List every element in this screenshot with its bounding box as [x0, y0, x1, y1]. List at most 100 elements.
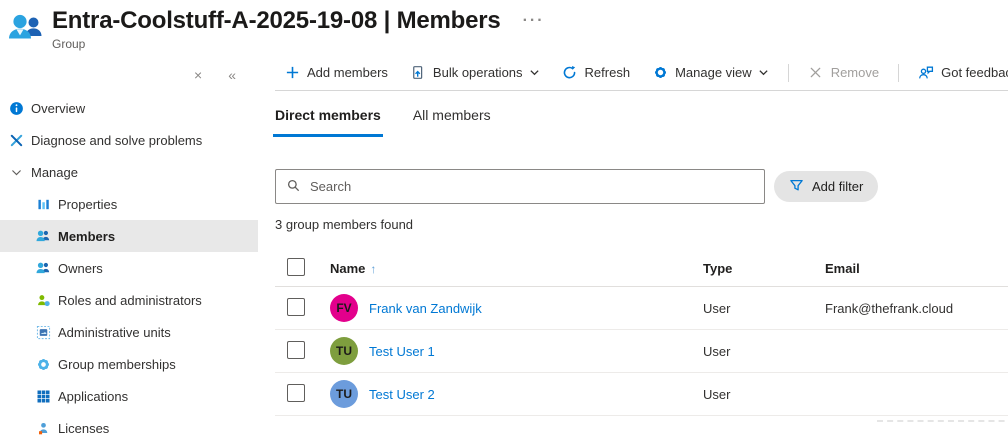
dashed-divider	[877, 420, 1008, 422]
sidebar-item-diagnose-and-solve-problems[interactable]: Diagnose and solve problems	[0, 124, 258, 156]
tab-all-members[interactable]: All members	[413, 107, 491, 137]
toolbar-button-bulk-operations[interactable]: Bulk operations	[401, 61, 549, 85]
members-icon	[35, 228, 51, 244]
sidebar-item-label: Manage	[31, 165, 78, 180]
select-all-checkbox[interactable]	[287, 258, 305, 276]
results-count: 3 group members found	[275, 217, 1008, 232]
toolbar-button-got-feedback[interactable]: Got feedback?	[909, 61, 1008, 85]
member-email: Frank@thefrank.cloud	[825, 301, 1008, 316]
column-header-type[interactable]: Type	[703, 261, 825, 276]
sidebar-item-administrative-units[interactable]: Administrative units	[0, 316, 258, 348]
toolbar-button-remove[interactable]: Remove	[799, 61, 888, 85]
search-input[interactable]	[275, 169, 765, 204]
sidebar-item-label: Applications	[58, 389, 128, 404]
toolbar: Add members Bulk operations Refresh Manage …	[275, 55, 1008, 91]
tools-icon	[8, 132, 24, 148]
add-filter-button[interactable]: Add filter	[774, 171, 878, 202]
manage-view-icon	[652, 65, 668, 81]
sidebar-item-properties[interactable]: Properties	[0, 188, 258, 220]
collapse-sidebar-icon[interactable]: «	[228, 68, 236, 82]
table-row[interactable]: FV Frank van Zandwijk UserFrank@thefrank.c…	[275, 287, 1008, 330]
table-row[interactable]: TU Test User 2 User	[275, 373, 1008, 416]
group-members-page: Entra-Coolstuff-A-2025-19-08 | Members ·…	[0, 0, 1008, 437]
main-content: Add members Bulk operations Refresh Manage …	[258, 55, 1008, 437]
sidebar-item-label: Members	[58, 229, 115, 244]
row-checkbox[interactable]	[287, 298, 305, 316]
sidebar-item-owners[interactable]: Owners	[0, 252, 258, 284]
group-icon	[6, 9, 46, 49]
sidebar-item-label: Roles and administrators	[58, 293, 202, 308]
sidebar-item-label: Administrative units	[58, 325, 171, 340]
group-memberships-icon	[35, 356, 51, 372]
table-header-row: Name ↑ Type Email	[275, 251, 1008, 287]
row-checkbox[interactable]	[287, 341, 305, 359]
sidebar: × « Overview Diagnose and solve problems M…	[0, 55, 258, 437]
add-filter-label: Add filter	[812, 179, 863, 194]
filter-icon	[789, 178, 804, 196]
table-row[interactable]: TU Test User 1 User	[275, 330, 1008, 373]
remove-icon	[808, 65, 824, 81]
avatar: TU	[330, 337, 358, 365]
properties-icon	[35, 196, 51, 212]
admin-units-icon	[35, 324, 51, 340]
close-icon[interactable]: ×	[194, 68, 202, 82]
toolbar-button-label: Got feedback?	[941, 65, 1008, 80]
bulk-icon	[410, 65, 426, 81]
members-table: Name ↑ Type Email FV Frank van Zandwijk Us…	[275, 251, 1008, 416]
toolbar-button-label: Manage view	[675, 65, 752, 80]
sidebar-item-label: Overview	[31, 101, 85, 116]
column-header-email[interactable]: Email	[825, 261, 1008, 276]
sidebar-item-group-memberships[interactable]: Group memberships	[0, 348, 258, 380]
tab-direct-members[interactable]: Direct members	[275, 107, 381, 137]
toolbar-button-label: Bulk operations	[433, 65, 523, 80]
sidebar-item-roles-and-administrators[interactable]: Roles and administrators	[0, 284, 258, 316]
member-name-link[interactable]: Frank van Zandwijk	[369, 301, 482, 316]
sidebar-item-overview[interactable]: Overview	[0, 92, 258, 124]
sidebar-item-label: Licenses	[58, 421, 109, 436]
page-header: Entra-Coolstuff-A-2025-19-08 | Members ·…	[0, 0, 1008, 55]
toolbar-divider	[788, 64, 789, 82]
info-icon	[8, 100, 24, 116]
roles-icon	[35, 292, 51, 308]
table-body: FVFrank van ZandwijkUserFrank@thefrank.c…	[275, 287, 1008, 416]
feedback-icon	[918, 65, 934, 81]
sidebar-item-manage[interactable]: Manage	[0, 156, 258, 188]
search-icon	[286, 178, 301, 198]
sidebar-item-applications[interactable]: Applications	[0, 380, 258, 412]
toolbar-button-label: Refresh	[585, 65, 631, 80]
licenses-icon	[35, 420, 51, 436]
avatar: FV	[330, 294, 358, 322]
sidebar-item-label: Owners	[58, 261, 103, 276]
refresh-icon	[562, 65, 578, 81]
toolbar-button-manage-view[interactable]: Manage view	[643, 61, 778, 85]
toolbar-button-add-members[interactable]: Add members	[275, 61, 397, 85]
owners-icon	[35, 260, 51, 276]
member-type: User	[703, 301, 825, 316]
row-checkbox[interactable]	[287, 384, 305, 402]
sidebar-item-members[interactable]: Members	[0, 220, 258, 252]
page-subtitle: Group	[52, 37, 545, 51]
sidebar-item-label: Group memberships	[58, 357, 176, 372]
sidebar-nav: Overview Diagnose and solve problems Manag…	[0, 92, 258, 437]
sort-ascending-icon: ↑	[370, 262, 376, 276]
column-header-name[interactable]: Name	[330, 261, 365, 276]
toolbar-divider	[898, 64, 899, 82]
more-options-icon[interactable]: ···	[523, 16, 545, 26]
tabs: Direct members All members	[275, 107, 1008, 137]
toolbar-button-label: Remove	[831, 65, 879, 80]
chevron-down-icon	[758, 67, 769, 78]
add-icon	[284, 65, 300, 81]
sidebar-item-label: Properties	[58, 197, 117, 212]
sidebar-item-label: Diagnose and solve problems	[31, 133, 202, 148]
applications-icon	[35, 388, 51, 404]
page-title: Entra-Coolstuff-A-2025-19-08 | Members	[52, 7, 501, 35]
toolbar-button-refresh[interactable]: Refresh	[553, 61, 640, 85]
sidebar-item-licenses[interactable]: Licenses	[0, 412, 258, 437]
member-name-link[interactable]: Test User 2	[369, 387, 435, 402]
avatar: TU	[330, 380, 358, 408]
member-name-link[interactable]: Test User 1	[369, 344, 435, 359]
member-type: User	[703, 387, 825, 402]
member-type: User	[703, 344, 825, 359]
chevron-down-icon	[8, 164, 24, 180]
toolbar-button-label: Add members	[307, 65, 388, 80]
